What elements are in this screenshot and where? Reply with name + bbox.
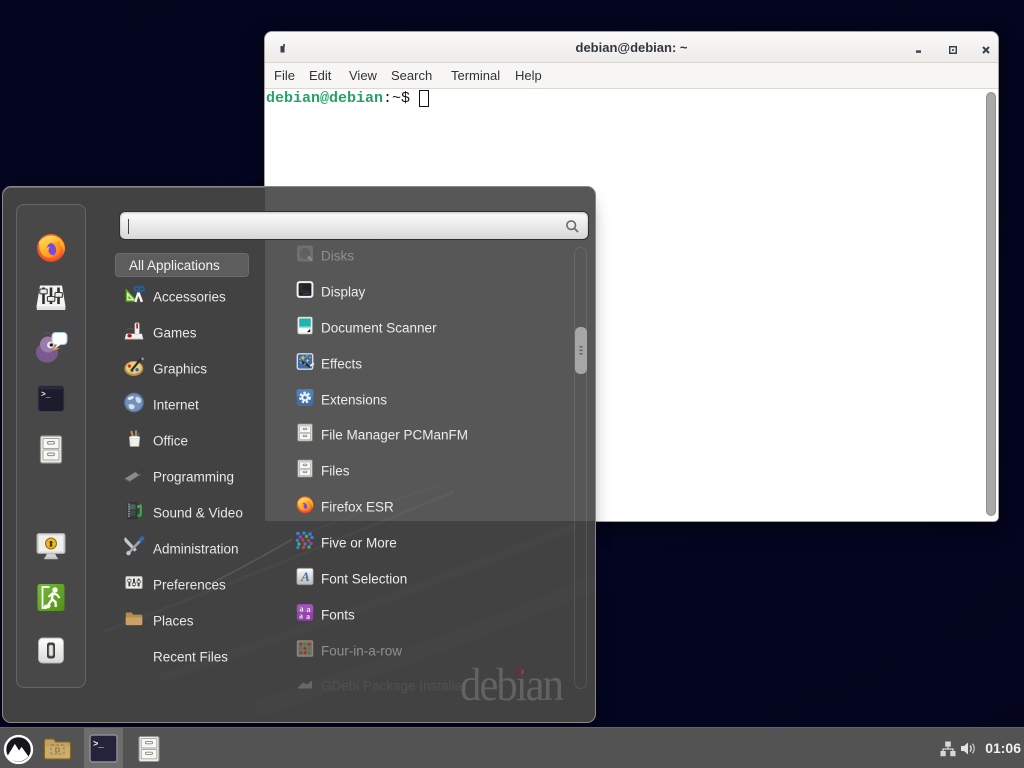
svg-text:A: A [300,569,310,584]
svg-text:D: D [55,746,61,755]
svg-text:>_: >_ [93,740,104,750]
svg-text:a: a [299,612,303,621]
svg-text:a: a [306,612,310,621]
svg-text:>_: >_ [41,391,51,400]
